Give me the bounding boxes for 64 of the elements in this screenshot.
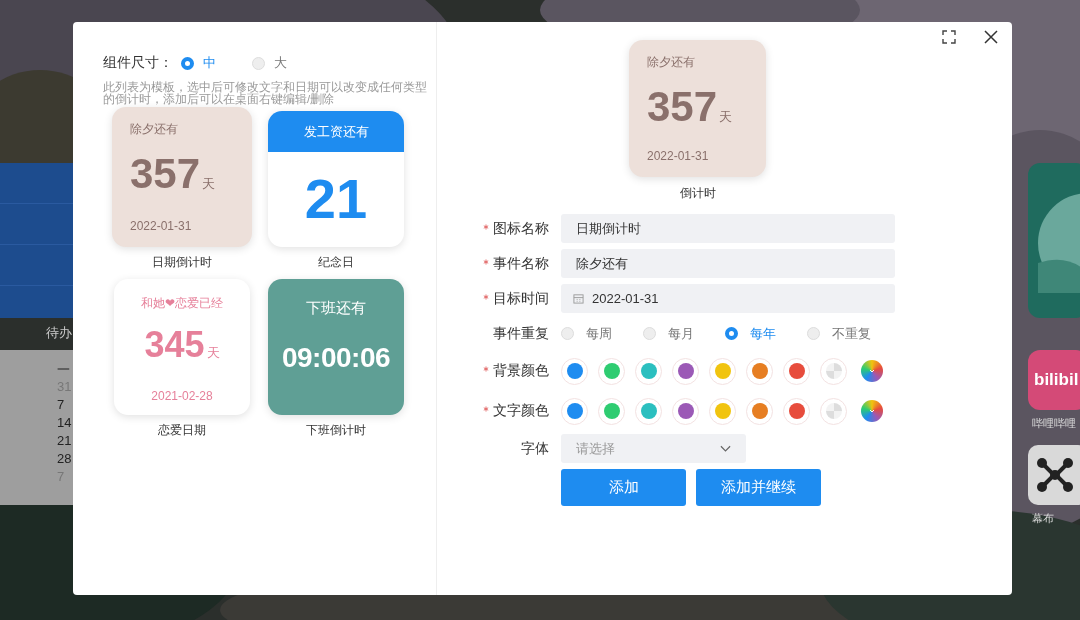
field-label: 文字颜色 bbox=[493, 402, 549, 420]
color-picker-icon[interactable] bbox=[861, 360, 883, 382]
day-count: 21 bbox=[303, 166, 369, 231]
size-label: 组件尺寸： bbox=[103, 54, 173, 72]
field-label: 字体 bbox=[521, 439, 549, 458]
color-picker-icon[interactable] bbox=[861, 400, 883, 422]
close-icon[interactable] bbox=[984, 30, 998, 44]
font-select[interactable]: 请选择 bbox=[561, 434, 746, 463]
fullscreen-icon[interactable] bbox=[942, 30, 956, 44]
input-field[interactable]: 日期倒计时 bbox=[561, 214, 895, 243]
size-radio[interactable]: 中 bbox=[181, 54, 216, 72]
card-title: 除夕还有 bbox=[130, 121, 179, 138]
card-header: 发工资还有 bbox=[268, 111, 404, 152]
card-title: 和她❤恋爱已经 bbox=[140, 295, 224, 312]
day-unit: 天 bbox=[202, 175, 216, 193]
app-label: 哔哩哔哩 bbox=[1032, 416, 1076, 431]
calendar-day: 21 bbox=[57, 432, 80, 450]
app-icon[interactable] bbox=[1028, 445, 1080, 505]
chevron-down-icon bbox=[720, 444, 731, 453]
day-count: 357 bbox=[647, 83, 718, 131]
field-label: 事件重复 bbox=[493, 324, 549, 343]
day-count: 345 bbox=[144, 324, 205, 366]
countdown-card[interactable]: 发工资还有 21 bbox=[268, 111, 404, 247]
app-label: 幕布 bbox=[1032, 511, 1054, 526]
card-date: 2021-02-28 bbox=[151, 389, 213, 403]
timer-text: 09:00:06 bbox=[281, 342, 391, 374]
repeat-radio[interactable]: 不重复 bbox=[807, 324, 889, 343]
calendar-day: 7 bbox=[57, 396, 80, 414]
template-name: 恋爱日期 bbox=[158, 422, 206, 439]
app-icon[interactable]: bilibil bbox=[1028, 350, 1080, 410]
card-date: 2022-01-31 bbox=[647, 149, 710, 163]
countdown-card[interactable]: 下班还有 09:00:06 bbox=[268, 279, 404, 415]
countdown-card[interactable]: 除夕还有 357 天 2022-01-31 bbox=[629, 40, 766, 177]
input-field[interactable]: 除夕还有 bbox=[561, 249, 895, 278]
field-label: 图标名称 bbox=[493, 219, 549, 238]
date-field[interactable]: 2022-01-31 bbox=[561, 284, 895, 313]
template-name: 日期倒计时 bbox=[152, 254, 212, 271]
template-name: 下班倒计时 bbox=[306, 422, 366, 439]
card-title: 下班还有 bbox=[306, 299, 366, 318]
add-button[interactable]: 添加并继续 bbox=[696, 469, 821, 506]
preview-name: 倒计时 bbox=[679, 185, 716, 202]
repeat-radio[interactable]: 每周 bbox=[561, 324, 643, 343]
field-label: 背景颜色 bbox=[493, 362, 549, 380]
repeat-radio[interactable]: 每月 bbox=[643, 324, 725, 343]
weekday-label: 一 bbox=[57, 362, 71, 378]
logo-text: bilibil bbox=[1034, 370, 1079, 390]
calendar-day: 14 bbox=[57, 414, 80, 432]
template-name: 纪念日 bbox=[318, 254, 354, 271]
field-label: 目标时间 bbox=[493, 289, 549, 308]
card-date: 2022-01-31 bbox=[130, 219, 193, 233]
calendar-icon bbox=[573, 293, 584, 304]
countdown-card[interactable]: 和她❤恋爱已经 345 天 2021-02-28 bbox=[114, 279, 250, 415]
card-title: 除夕还有 bbox=[647, 54, 696, 71]
size-radio[interactable]: 大 bbox=[252, 54, 287, 72]
day-unit: 天 bbox=[719, 108, 733, 126]
hint-text: 此列表为模板，选中后可修改文字和日期可以改变成任何类型的倒计时，添加后可以在桌面右键编辑/删除 bbox=[103, 82, 428, 105]
field-label: 事件名称 bbox=[493, 254, 549, 273]
add-button[interactable]: 添加 bbox=[561, 469, 686, 506]
repeat-radio[interactable]: 每年 bbox=[725, 324, 807, 343]
day-unit: 天 bbox=[206, 344, 220, 362]
widget-label: 待办 bbox=[46, 324, 72, 342]
countdown-card[interactable]: 除夕还有 357 天 2022-01-31 bbox=[112, 107, 252, 247]
day-count: 357 bbox=[130, 150, 201, 198]
calendar-day: 28 bbox=[57, 450, 80, 468]
